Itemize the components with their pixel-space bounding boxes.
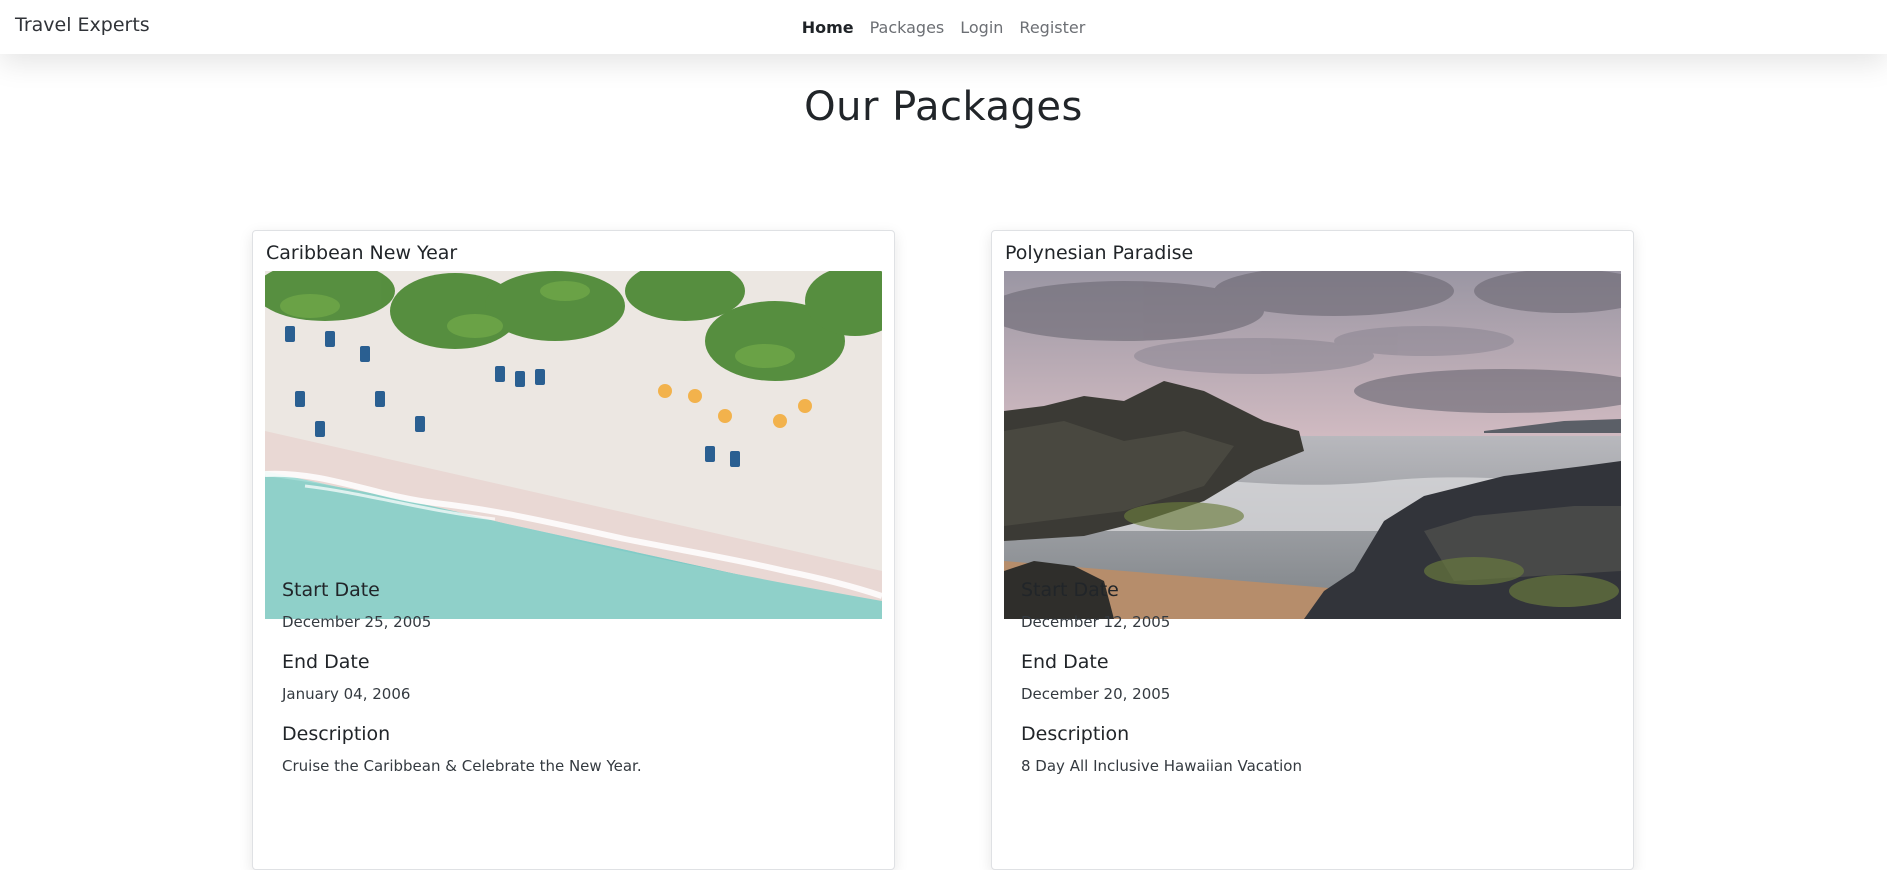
- package-image-beach: [265, 271, 882, 619]
- nav-links: Home Packages Login Register: [0, 0, 1887, 54]
- nav-link-register[interactable]: Register: [1019, 18, 1085, 37]
- start-date-label: Start Date: [1021, 579, 1119, 601]
- start-date-label: Start Date: [282, 579, 380, 601]
- description-value: 8 Day All Inclusive Hawaiian Vacation: [1021, 757, 1302, 775]
- description-label: Description: [1021, 723, 1130, 745]
- description-value: Cruise the Caribbean & Celebrate the New…: [282, 757, 642, 775]
- end-date-value: December 20, 2005: [1021, 685, 1171, 703]
- package-card: Caribbean New Year Start Date December 2…: [252, 230, 895, 870]
- end-date-label: End Date: [1021, 651, 1109, 673]
- end-date-value: January 04, 2006: [282, 685, 411, 703]
- nav-link-packages[interactable]: Packages: [870, 18, 945, 37]
- package-title: Polynesian Paradise: [1005, 242, 1194, 264]
- start-date-value: December 12, 2005: [1021, 613, 1171, 631]
- page-title: Our Packages: [804, 84, 1083, 130]
- navbar: Travel Experts Home Packages Login Regis…: [0, 0, 1887, 54]
- package-title: Caribbean New Year: [266, 242, 458, 264]
- start-date-value: December 25, 2005: [282, 613, 432, 631]
- description-label: Description: [282, 723, 391, 745]
- package-card: Polynesian Paradise Start Date December …: [991, 230, 1634, 870]
- brand-link[interactable]: Travel Experts: [15, 14, 150, 36]
- nav-link-login[interactable]: Login: [960, 18, 1003, 37]
- package-image-coast: [1004, 271, 1621, 619]
- nav-link-home[interactable]: Home: [802, 18, 854, 37]
- end-date-label: End Date: [282, 651, 370, 673]
